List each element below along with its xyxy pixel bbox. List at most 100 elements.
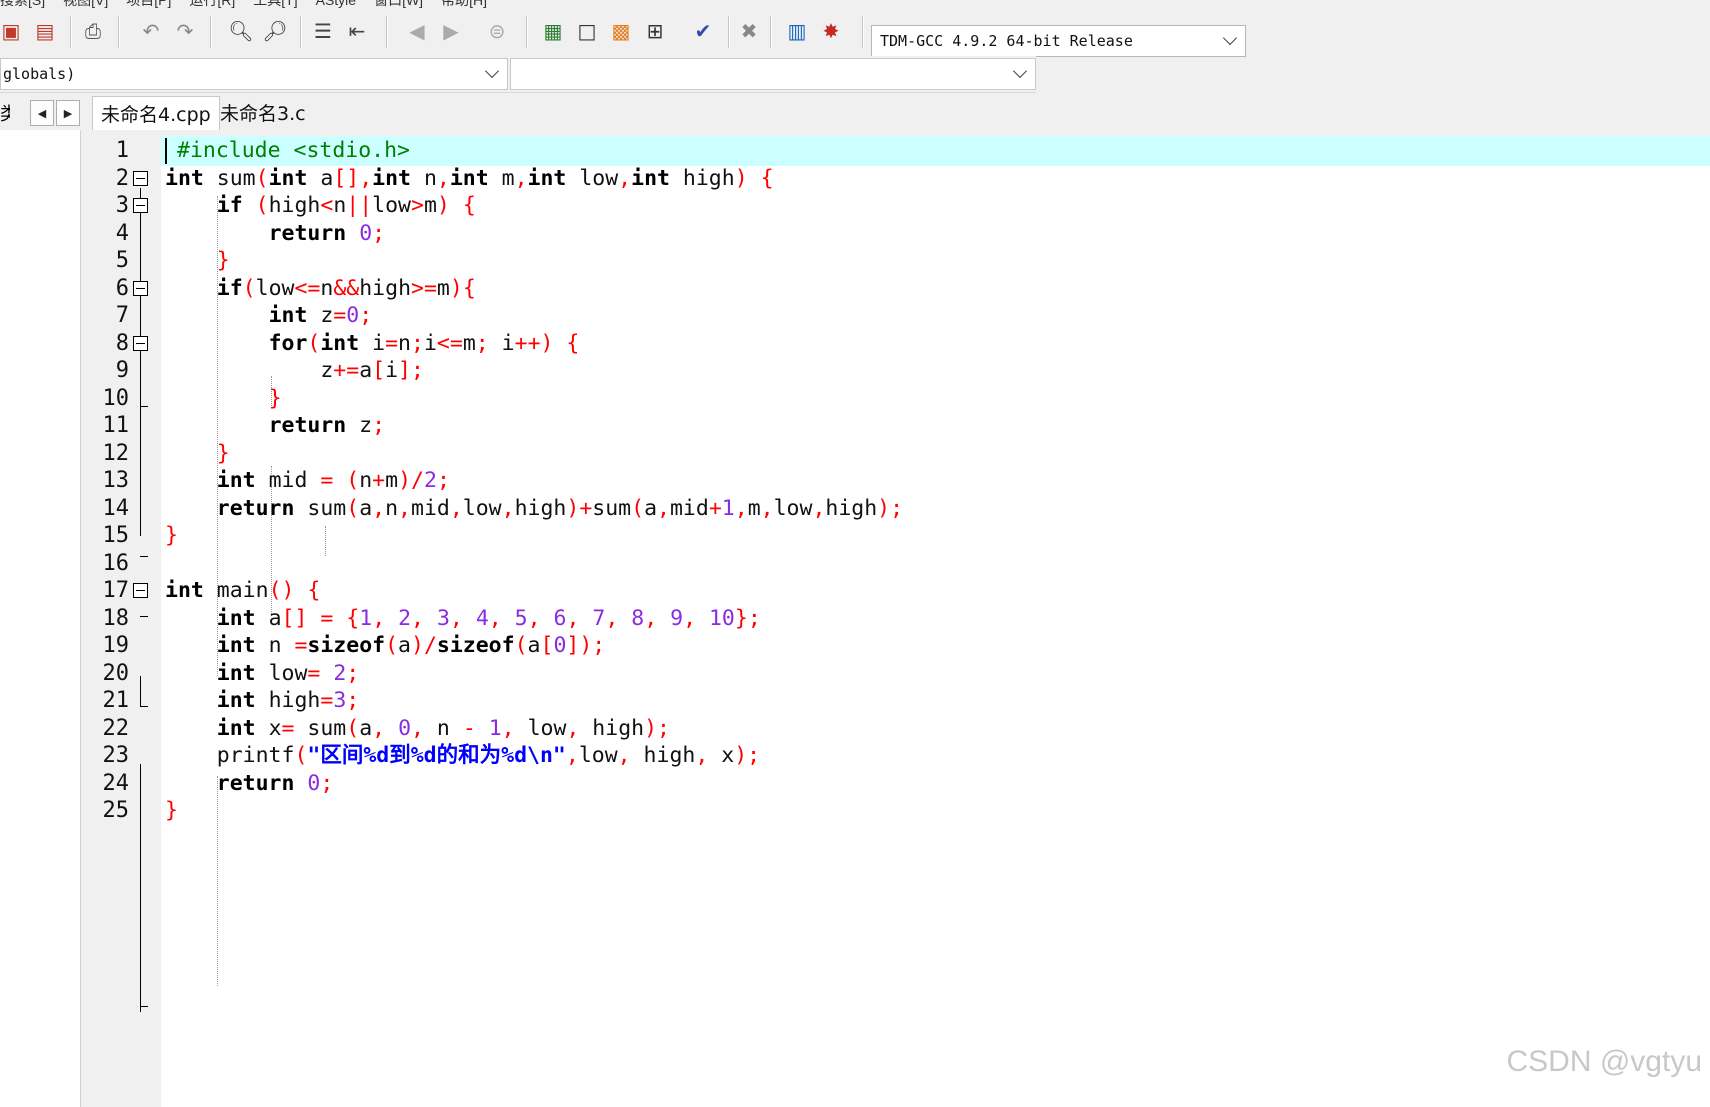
rebuild-icon[interactable]: ⊞ <box>640 16 670 46</box>
line-number: 19 <box>102 633 130 658</box>
syntax-check-icon[interactable]: ✔ <box>688 16 718 46</box>
menu-item[interactable]: 运行[R] <box>189 0 235 8</box>
code-text: int x= sum(a, 0, n - 1, low, high); <box>216 715 670 741</box>
member-select[interactable] <box>510 58 1036 90</box>
menu-item[interactable]: 帮助[H] <box>441 0 487 8</box>
redo-icon[interactable]: ↷ <box>170 16 200 46</box>
fold-toggle-icon[interactable] <box>133 280 148 296</box>
menu-item[interactable]: 项目[P] <box>126 0 171 8</box>
code-line[interactable]: 8 for(int i=n;i<=m; i++) { <box>93 329 1710 359</box>
code-line[interactable]: 6 if(low<=n&&high>=m){ <box>93 274 1710 304</box>
line-number: 21 <box>102 688 130 713</box>
code-text: if (high<n||low>m) { <box>216 193 476 218</box>
code-line[interactable]: 15} <box>93 521 1710 551</box>
line-number: 6 <box>115 275 129 301</box>
compile-icon[interactable]: ▦ <box>538 16 568 46</box>
print-icon[interactable]: ⎙ <box>78 16 108 46</box>
code-line[interactable]: 12 } <box>93 439 1710 469</box>
line-number: 18 <box>102 605 130 631</box>
compile-run-icon[interactable]: ▩ <box>606 16 636 46</box>
tab-label: 未命名4.cpp <box>101 104 211 126</box>
code-line[interactable]: 1 #include <stdio.h> <box>93 136 1710 166</box>
code-line[interactable]: 7 int z=0; <box>93 301 1710 331</box>
code-line[interactable]: 25} <box>93 796 1710 826</box>
tab-label: 未命名3.c <box>220 103 306 125</box>
toolbar-separator <box>210 16 212 48</box>
menu-item[interactable]: AStyle <box>316 0 356 8</box>
code-line[interactable]: 4 return 0; <box>93 219 1710 249</box>
code-line[interactable]: 10 } <box>93 384 1710 414</box>
code-line[interactable]: 16 <box>93 549 1710 579</box>
code-line[interactable]: 24 return 0; <box>93 769 1710 799</box>
undo-icon[interactable]: ↶ <box>136 16 166 46</box>
fold-toggle-icon[interactable] <box>133 198 148 213</box>
line-number: 5 <box>115 248 129 273</box>
code-line[interactable]: 5 } <box>93 246 1710 276</box>
code-editor[interactable]: 1 #include <stdio.h> 2 int sum(int a[],int … <box>93 136 1710 1107</box>
code-line[interactable]: 18 int a[] = {1, 2, 3, 4, 5, 6, 7, 8, 9,… <box>93 604 1710 634</box>
line-number: 10 <box>102 385 130 411</box>
line-number: 2 <box>115 165 129 191</box>
code-text: #include <stdio.h> <box>165 136 410 166</box>
line-number: 15 <box>102 523 130 548</box>
menu-item[interactable]: 窗口[W] <box>374 0 423 8</box>
code-line[interactable]: 13 int mid = (n+m)/2; <box>93 466 1710 496</box>
fold-end <box>140 1006 148 1007</box>
code-line[interactable]: 11 return z; <box>93 411 1710 441</box>
class-browser-bar: globals) <box>0 56 1036 93</box>
line-number: 7 <box>115 303 129 328</box>
tab-scroll-left-icon[interactable]: ◀ <box>30 100 54 126</box>
clear-icon[interactable]: ✖ <box>734 16 764 46</box>
code-text: return sum(a,n,mid,low,high)+sum(a,mid+1… <box>216 495 904 521</box>
tab-file-1[interactable]: 未命名4.cpp <box>92 96 220 130</box>
profile-icon[interactable]: ▥ <box>782 16 812 46</box>
close-file-icon[interactable]: ▣ <box>0 16 26 46</box>
chevron-down-icon <box>1012 63 1028 79</box>
compiler-select[interactable]: TDM-GCC 4.9.2 64-bit Release <box>871 25 1246 57</box>
line-number: 20 <box>102 660 130 686</box>
indent-icon[interactable]: ☰ <box>308 16 338 46</box>
code-text: } <box>165 523 178 548</box>
bookmark-forward-icon[interactable]: ▶ <box>436 16 466 46</box>
close-all-icon[interactable]: ▤ <box>30 16 60 46</box>
code-line[interactable]: 20 int low= 2; <box>93 659 1710 689</box>
code-line[interactable]: 9 z+=a[i]; <box>93 356 1710 386</box>
scope-select[interactable]: globals) <box>0 58 508 90</box>
code-line[interactable]: 22 int x= sum(a, 0, n - 1, low, high); <box>93 714 1710 744</box>
code-line[interactable]: 19 int n =sizeof(a)/sizeof(a[0]); <box>93 631 1710 661</box>
code-line[interactable]: 2 int sum(int a[],int n,int m,int low,int… <box>93 164 1710 194</box>
editor-tabs: 类 ◀ ▶ 未命名4.cpp 未命名3.c <box>0 96 1710 130</box>
code-line[interactable]: 23 printf("区间%d到%d的和为%d\n",low, high, x)… <box>93 741 1710 771</box>
tab-file-2[interactable]: 未命名3.c <box>212 96 314 129</box>
code-text: } <box>268 385 282 411</box>
tab-scroll-right-icon[interactable]: ▶ <box>56 100 80 126</box>
toolbar-separator <box>386 16 388 48</box>
delete-profile-icon[interactable]: ✸ <box>816 16 846 46</box>
unindent-icon[interactable]: ⇤ <box>342 16 372 46</box>
code-line[interactable]: 21 int high=3; <box>93 686 1710 716</box>
code-line[interactable]: 3 if (high<n||low>m) { <box>93 191 1710 221</box>
bookmark-back-icon[interactable]: ◀ <box>402 16 432 46</box>
find-icon[interactable]: 🔍︎ <box>226 16 256 46</box>
code-line[interactable]: 17 int main() { <box>93 576 1710 606</box>
code-text: int mid = (n+m)/2; <box>216 468 450 493</box>
code-text: return 0; <box>216 770 334 796</box>
menu-item[interactable]: 视图[V] <box>63 0 108 8</box>
left-panel-tab[interactable]: 类 <box>0 100 10 126</box>
menu-bar: 搜索[S] 视图[V] 项目[P] 运行[R] 工具[T] AStyle 窗口[W] 帮助[H… <box>0 0 700 8</box>
code-text: int a[] = {1, 2, 3, 4, 5, 6, 7, 8, 9, 10… <box>216 605 761 631</box>
fold-toggle-icon[interactable] <box>133 583 148 598</box>
code-text: int low= 2; <box>216 660 360 686</box>
line-number: 23 <box>102 743 130 768</box>
chevron-down-icon <box>1222 30 1238 46</box>
fold-toggle-icon[interactable] <box>133 335 148 351</box>
replace-icon[interactable]: 🔎︎ <box>260 16 290 46</box>
line-number: 25 <box>102 798 130 823</box>
menu-item[interactable]: 工具[T] <box>253 0 297 8</box>
fold-toggle-icon[interactable] <box>133 170 148 186</box>
menu-item[interactable]: 搜索[S] <box>0 0 45 8</box>
stop-icon[interactable]: ⊜ <box>482 16 512 46</box>
code-text: int high=3; <box>216 688 360 713</box>
code-line[interactable]: 14 return sum(a,n,mid,low,high)+sum(a,mi… <box>93 494 1710 524</box>
run-icon[interactable]: □ <box>572 16 602 46</box>
